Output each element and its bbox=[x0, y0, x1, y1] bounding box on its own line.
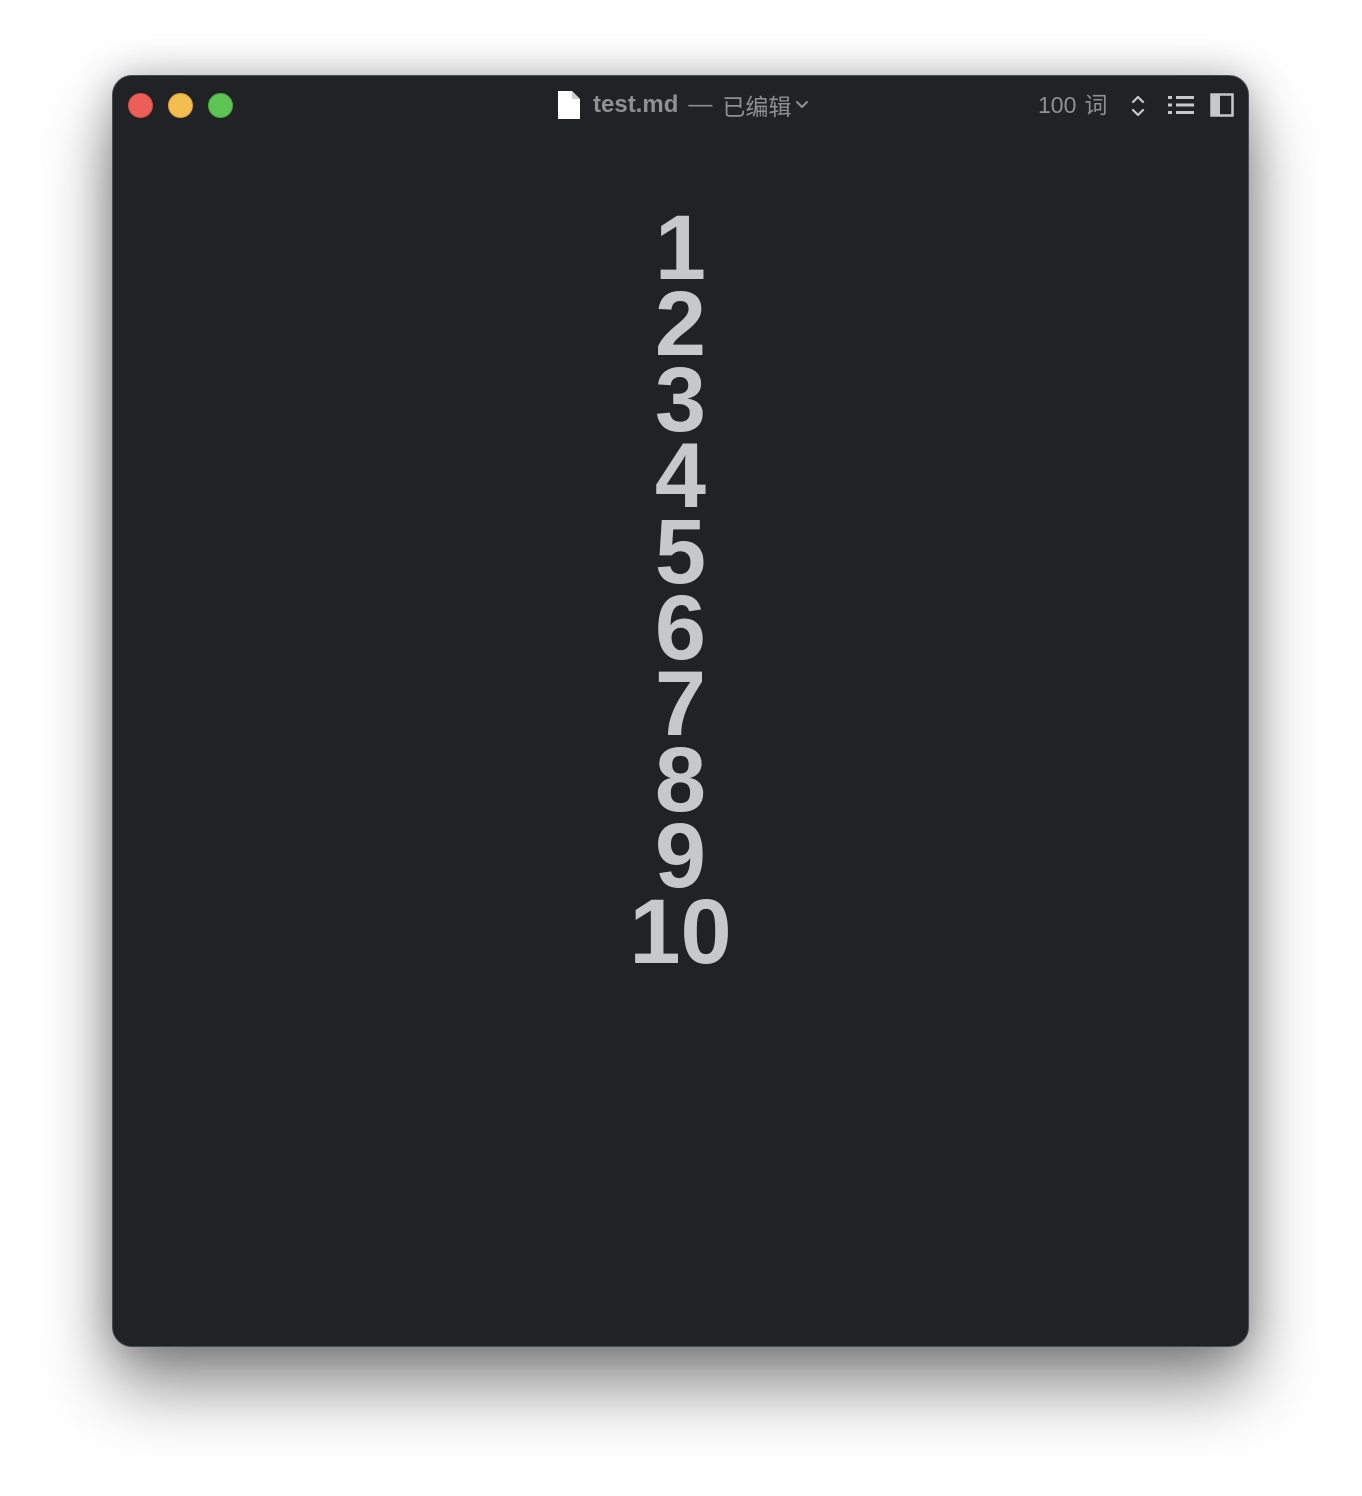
chevron-down-icon bbox=[796, 101, 809, 108]
word-count-value: 100 bbox=[1038, 92, 1077, 118]
word-count[interactable]: 100 词 bbox=[1038, 90, 1107, 121]
title-file-name: test.md bbox=[593, 91, 679, 118]
title-separator: — bbox=[688, 91, 713, 118]
word-count-unit: 词 bbox=[1084, 93, 1108, 119]
up-down-chevron-icon[interactable] bbox=[1130, 93, 1146, 119]
close-button[interactable] bbox=[128, 93, 153, 118]
minimize-button[interactable] bbox=[168, 93, 193, 118]
sidebar-panel-icon[interactable] bbox=[1210, 93, 1234, 117]
title-bar: test.md — 已编辑 100 词 bbox=[113, 76, 1248, 134]
document-line: 10 bbox=[629, 881, 732, 983]
zoom-button[interactable] bbox=[208, 93, 233, 118]
title-edit-status: 已编辑 bbox=[722, 95, 792, 121]
window-title[interactable]: test.md — 已编辑 bbox=[557, 88, 809, 122]
document-lines: 1 2 3 4 5 6 7 8 9 10 bbox=[113, 202, 1248, 983]
document-icon bbox=[558, 91, 580, 119]
editor-content[interactable]: 1 2 3 4 5 6 7 8 9 10 bbox=[113, 202, 1248, 983]
editor-window: test.md — 已编辑 100 词 12345678910 bbox=[112, 75, 1249, 1347]
list-icon[interactable] bbox=[1167, 94, 1195, 116]
